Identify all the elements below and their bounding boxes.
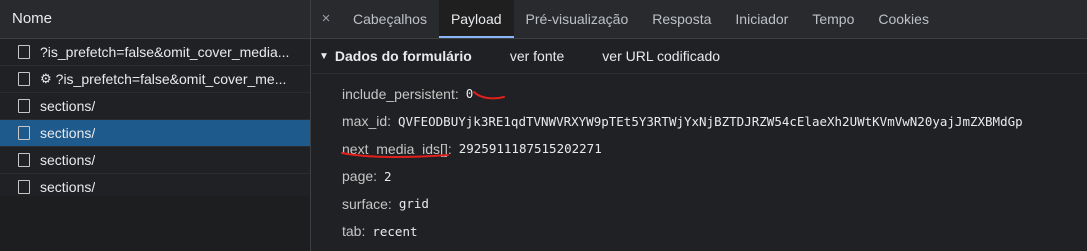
form-data-section-header[interactable]: ▼ Dados do formulário ver fonte ver URL … — [311, 39, 1087, 74]
list-empty-area — [0, 196, 310, 251]
tab-cookies[interactable]: Cookies — [866, 0, 941, 38]
tab-headers[interactable]: Cabeçalhos — [341, 0, 439, 38]
tab-initiator[interactable]: Iniciador — [723, 0, 800, 38]
request-row[interactable]: sections/ — [0, 93, 310, 120]
form-params-list: include_persistent: 0 max_id: QVFEODBUYj… — [311, 74, 1087, 245]
param-value: recent — [372, 223, 418, 239]
param-key: page: — [342, 168, 378, 185]
tab-timing[interactable]: Tempo — [800, 0, 866, 38]
param-row: page: 2 — [342, 163, 1087, 191]
form-data-title: Dados do formulário — [334, 48, 472, 64]
request-name: ?is_prefetch=false&omit_cover_me... — [55, 71, 287, 87]
name-column-header[interactable]: Nome — [0, 0, 310, 39]
request-name: sections/ — [40, 152, 96, 168]
document-icon — [18, 99, 30, 113]
param-row: include_persistent: 0 — [342, 80, 1087, 108]
param-value: grid — [398, 196, 429, 212]
param-value: 0 — [465, 86, 474, 102]
view-url-encoded-link[interactable]: ver URL codificado — [602, 48, 720, 64]
request-row[interactable]: ⚙ ?is_prefetch=false&omit_cover_me... — [0, 66, 310, 93]
tab-preview[interactable]: Pré-visualização — [514, 0, 641, 38]
collapse-triangle-icon[interactable]: ▼ — [319, 51, 329, 62]
request-name: sections/ — [40, 179, 96, 195]
request-name: sections/ — [40, 98, 96, 114]
request-details-panel: × Cabeçalhos Payload Pré-visualização Re… — [311, 0, 1087, 251]
param-key: include_persistent: — [342, 85, 459, 102]
document-icon — [18, 153, 30, 167]
request-row-selected[interactable]: sections/ — [0, 120, 310, 147]
param-value: 2925911187515202271 — [458, 141, 602, 157]
gear-icon: ⚙ — [40, 71, 52, 86]
param-value: 2 — [384, 168, 392, 184]
param-key: surface: — [342, 195, 392, 212]
request-row[interactable]: ?is_prefetch=false&omit_cover_media... — [0, 39, 310, 66]
param-row: surface: grid — [342, 190, 1087, 218]
document-icon — [18, 126, 30, 140]
details-tab-bar: × Cabeçalhos Payload Pré-visualização Re… — [311, 0, 1087, 39]
tab-payload[interactable]: Payload — [438, 0, 514, 38]
document-icon — [18, 45, 30, 59]
param-key: max_id: — [342, 113, 392, 130]
view-source-link[interactable]: ver fonte — [510, 48, 564, 64]
param-key: next_media_ids[]: — [342, 140, 452, 157]
request-name: ?is_prefetch=false&omit_cover_media... — [40, 44, 290, 60]
close-icon[interactable]: × — [311, 0, 341, 38]
request-row[interactable]: sections/ — [0, 147, 310, 174]
param-row: next_media_ids[]: 2925911187515202271 — [342, 135, 1087, 163]
param-row: max_id: QVFEODBUYjk3RE1qdTVNWVRXYW9pTEt5… — [342, 108, 1087, 136]
request-list-panel: Nome ?is_prefetch=false&omit_cover_media… — [0, 0, 311, 251]
param-key: tab: — [342, 223, 366, 240]
param-row: tab: recent — [342, 218, 1087, 246]
param-value: QVFEODBUYjk3RE1qdTVNWVRXYW9pTEt5Y3RTWjYx… — [398, 113, 1023, 129]
document-icon — [18, 180, 30, 194]
document-icon — [18, 72, 30, 86]
request-name: sections/ — [40, 125, 96, 141]
tab-response[interactable]: Resposta — [640, 0, 723, 38]
